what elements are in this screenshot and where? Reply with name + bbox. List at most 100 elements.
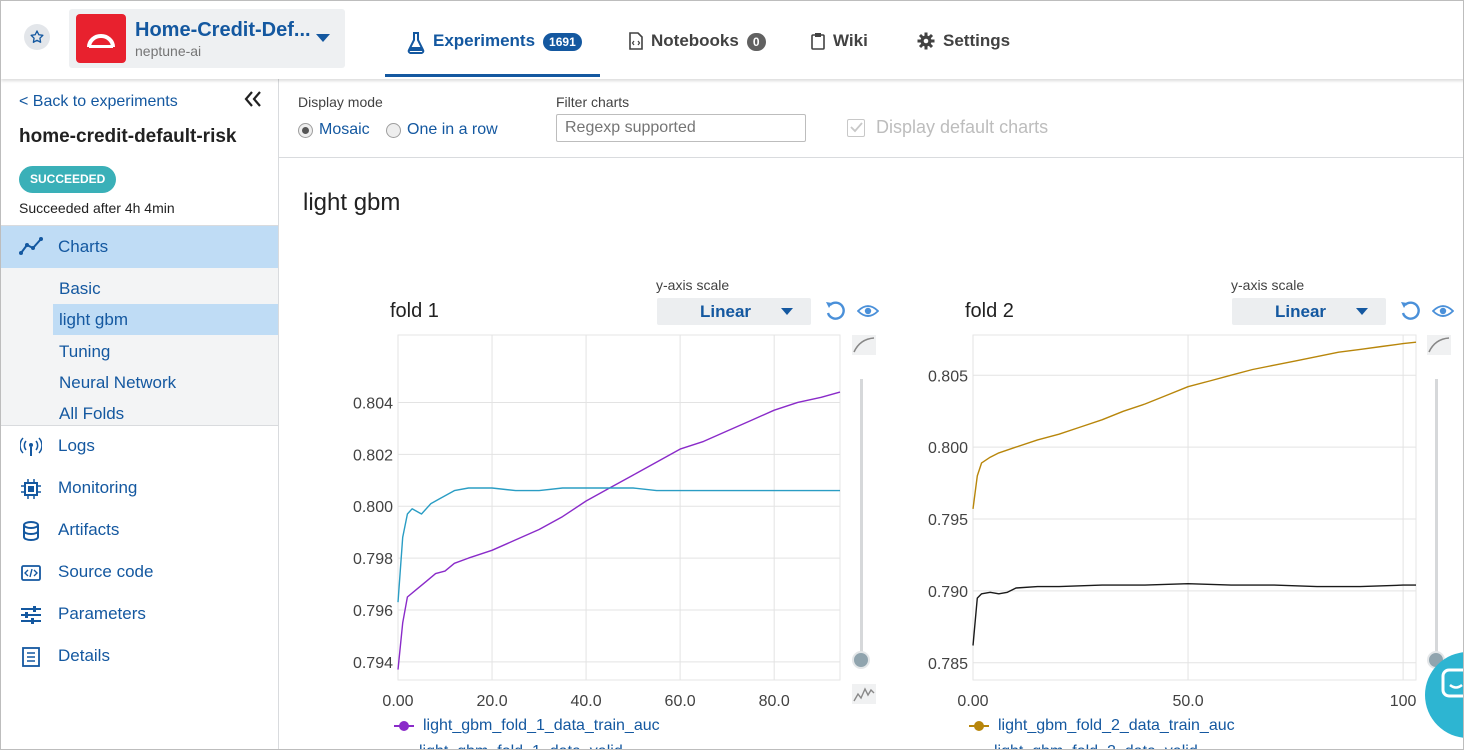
notebooks-count-badge: 0	[746, 33, 766, 51]
favorite-star-icon[interactable]	[24, 24, 50, 50]
y-tick-label: 0.800	[928, 440, 968, 457]
raw-data-icon	[852, 684, 876, 704]
legend-marker-icon	[969, 721, 989, 731]
app-window: Home-Credit-Def... neptune-ai Experiment…	[0, 0, 1464, 750]
tab-settings[interactable]: Settings	[917, 31, 1010, 77]
legend-item[interactable]: light_gbm_fold_1_data_train_auc	[394, 717, 660, 735]
experiment-name: home-credit-default-risk	[19, 126, 237, 147]
reset-zoom-icon[interactable]	[1399, 300, 1421, 322]
smoothing-slider-track[interactable]	[860, 379, 863, 659]
broadcast-icon	[20, 437, 42, 456]
code-icon	[21, 565, 41, 581]
sidebar-item-monitoring[interactable]: Monitoring	[1, 468, 278, 510]
clipboard-icon	[811, 33, 825, 50]
y-tick-label: 0.794	[353, 655, 393, 672]
sidebar-item-artifacts-label: Artifacts	[58, 520, 120, 539]
chart-fold-1-plot: 0.794 0.796 0.798 0.800 0.802 0.804 0.00 20.0 40…	[353, 334, 841, 710]
sidebar-item-charts[interactable]: Charts	[1, 226, 278, 268]
radio-selected-icon	[298, 122, 313, 138]
sidebar-item-source-code-label: Source code	[58, 562, 154, 581]
sidebar-item-logs-label: Logs	[58, 436, 95, 455]
document-icon	[22, 647, 40, 667]
back-to-experiments-link[interactable]: < Back to experiments	[19, 93, 178, 111]
sidebar-item-monitoring-label: Monitoring	[58, 478, 138, 497]
y-tick-label: 0.804	[353, 395, 393, 412]
tab-settings-label: Settings	[943, 31, 1011, 50]
legend-item-partial[interactable]: light_gbm_fold_2_data_valid	[994, 743, 1198, 749]
y-tick-label: 0.796	[353, 603, 393, 620]
mode-one-in-row-radio[interactable]: One in a row	[386, 121, 498, 139]
chart-group-tuning[interactable]: Tuning	[53, 336, 278, 367]
plot-area	[972, 334, 1417, 681]
legend-item-partial[interactable]: light_gbm_fold_1_data_valid	[419, 743, 623, 749]
mode-mosaic-label: Mosaic	[319, 121, 370, 138]
x-tick-label: 80.0	[759, 693, 790, 710]
y-tick-label: 0.802	[353, 447, 393, 464]
flask-icon	[407, 32, 425, 54]
eye-icon[interactable]	[857, 303, 879, 319]
smoothing-slider-knob[interactable]	[852, 651, 870, 669]
y-axis-scale-select[interactable]: Linear	[1232, 298, 1386, 325]
mode-mosaic-radio[interactable]: Mosaic	[298, 121, 370, 139]
tab-experiments-label: Experiments	[433, 31, 536, 50]
project-selector[interactable]: Home-Credit-Def... neptune-ai	[69, 9, 345, 68]
collapse-sidebar-icon[interactable]	[243, 90, 263, 108]
y-tick-label: 0.785	[928, 656, 968, 673]
chevron-down-icon	[1356, 308, 1368, 315]
checkbox-checked-icon	[847, 118, 865, 137]
chat-icon	[1441, 668, 1463, 698]
legend-label: light_gbm_fold_2_data_train_auc	[998, 717, 1235, 734]
filter-charts-input[interactable]: Regexp supported	[556, 114, 806, 142]
chart-groups-list: Basic light gbm Tuning Neural Network Al…	[1, 268, 278, 425]
project-name: Home-Credit-Def...	[135, 19, 311, 41]
reset-zoom-icon[interactable]	[824, 300, 846, 322]
chart-group-neural-network[interactable]: Neural Network	[53, 367, 278, 398]
project-organization: neptune-ai	[135, 43, 202, 59]
sidebar: < Back to experiments home-credit-defaul…	[1, 79, 279, 749]
smoothing-slider-track[interactable]	[1435, 379, 1438, 659]
series-line-valid	[972, 583, 1416, 646]
chart-group-light-gbm[interactable]: light gbm	[53, 304, 278, 335]
x-tick-label: 50.0	[1172, 693, 1203, 710]
sidebar-item-source-code[interactable]: Source code	[1, 552, 278, 594]
chart-fold-2-plot: 0.785 0.790 0.795 0.800 0.805 0.00 50.0 100	[928, 334, 1417, 710]
sidebar-item-logs[interactable]: Logs	[1, 426, 278, 468]
legend-item[interactable]: light_gbm_fold_2_data_train_auc	[969, 717, 1235, 735]
tab-wiki[interactable]: Wiki	[811, 31, 868, 77]
mode-one-in-row-label: One in a row	[407, 121, 498, 138]
y-axis-scale-value: Linear	[1275, 302, 1327, 321]
display-default-charts-checkbox[interactable]: Display default charts	[847, 117, 1048, 138]
y-tick-label: 0.790	[928, 584, 968, 601]
chart-fold-1: 0.794 0.796 0.798 0.800 0.802 0.804 0.00 20.0 40…	[279, 273, 854, 749]
x-tick-label: 0.00	[382, 693, 413, 710]
series-line-train-auc	[972, 341, 1417, 509]
status-badge: SUCCEEDED	[19, 166, 117, 193]
y-axis-scale-select[interactable]: Linear	[657, 298, 811, 325]
sidebar-item-details[interactable]: Details	[1, 636, 278, 678]
y-axis-scale-value: Linear	[700, 302, 752, 321]
sidebar-item-artifacts[interactable]: Artifacts	[1, 510, 278, 552]
chevron-down-icon[interactable]	[315, 33, 331, 43]
database-icon	[23, 521, 39, 541]
project-logo-icon	[76, 14, 126, 63]
x-tick-label: 20.0	[476, 693, 507, 710]
tab-experiments[interactable]: Experiments 1691	[385, 31, 600, 77]
charts-toolbar: Display mode Mosaic One in a row Filter …	[279, 79, 1463, 158]
chart-group-basic[interactable]: Basic	[53, 273, 278, 304]
chevron-down-icon	[781, 308, 793, 315]
eye-icon[interactable]	[1432, 303, 1454, 319]
chart-title: fold 1	[390, 300, 439, 322]
sliders-icon	[21, 606, 41, 624]
chart-title: fold 2	[965, 300, 1014, 322]
cpu-chip-icon	[21, 479, 41, 499]
status-text: Succeeded after 4h 4min	[19, 200, 175, 216]
radio-unselected-icon	[386, 122, 401, 138]
chart-group-title: light gbm	[303, 189, 401, 216]
smoothing-curve-icon	[1427, 335, 1451, 355]
sidebar-item-charts-label: Charts	[58, 237, 109, 256]
sidebar-item-parameters[interactable]: Parameters	[1, 594, 278, 636]
tab-notebooks[interactable]: Notebooks 0	[629, 31, 766, 77]
display-default-charts-label: Display default charts	[876, 117, 1049, 137]
y-axis-scale-label: y-axis scale	[656, 277, 730, 293]
notebook-icon	[629, 32, 643, 50]
